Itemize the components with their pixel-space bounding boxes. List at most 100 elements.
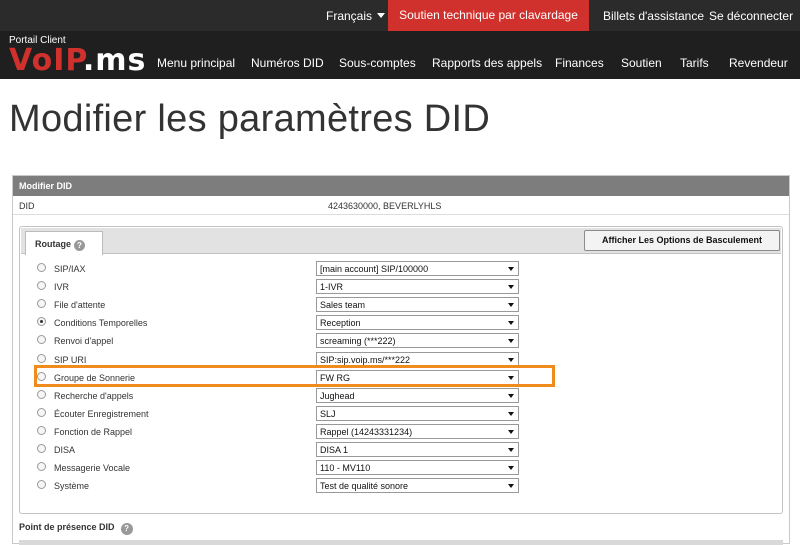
routing-option-row: Renvoi d'appel screaming (***222) xyxy=(20,332,720,350)
routing-radio[interactable] xyxy=(37,317,46,327)
panel-header: Modifier DID xyxy=(13,176,789,196)
edit-did-panel: Modifier DID DID 4243630000, BEVERLYHLS … xyxy=(12,175,790,545)
routing-radio[interactable] xyxy=(37,480,46,490)
routing-option-label: IVR xyxy=(54,282,70,293)
routing-select-value: Jughead xyxy=(320,390,355,401)
routing-select-value: Test de qualité sonore xyxy=(320,481,409,492)
routing-radio[interactable] xyxy=(37,407,46,417)
routing-option-row: Fonction de Rappel Rappel (14243331234) xyxy=(20,423,720,441)
routing-radio[interactable] xyxy=(37,281,46,291)
routing-select-value: [main account] SIP/100000 xyxy=(320,264,429,274)
routing-option-row: Écouter Enregistrement SLJ xyxy=(20,405,720,423)
page-title: Modifier les paramètres DID xyxy=(9,98,491,140)
routing-option-label: File d'attente xyxy=(54,300,106,311)
tickets-link[interactable]: Billets d'assistance xyxy=(603,9,704,23)
routing-option-row: Conditions Temporelles Reception xyxy=(20,314,720,332)
help-icon[interactable]: ? xyxy=(120,523,133,535)
pop-section-label: Point de présence DID? xyxy=(19,522,133,535)
tab-routage-label: Routage xyxy=(35,239,71,249)
highlight-box xyxy=(34,365,555,387)
routing-radio[interactable] xyxy=(37,425,46,435)
routing-radio[interactable] xyxy=(37,389,46,399)
show-failover-options-button[interactable]: Afficher Les Options de Basculement xyxy=(584,230,780,251)
dropdown-arrow-icon xyxy=(508,357,514,362)
did-label: DID xyxy=(19,201,35,211)
routing-select-value: 110 - MV110 xyxy=(320,463,371,474)
nav-finances[interactable]: Finances xyxy=(555,56,604,70)
nav-sous-comptes[interactable]: Sous-comptes xyxy=(339,56,416,70)
tab-routage[interactable]: Routage? xyxy=(25,231,103,255)
routing-radio[interactable] xyxy=(37,462,46,472)
nav-soutien[interactable]: Soutien xyxy=(621,56,662,70)
routing-option-row: SIP/IAX [main account] SIP/100000 xyxy=(20,260,720,278)
routing-box: Routage? Afficher Les Options de Bascule… xyxy=(19,226,783,514)
help-icon[interactable]: ? xyxy=(74,240,85,251)
routing-select[interactable]: DISA 1 xyxy=(316,442,519,457)
routing-radio[interactable] xyxy=(37,353,46,363)
dropdown-arrow-icon xyxy=(508,448,514,452)
routing-select[interactable]: Reception xyxy=(316,315,519,331)
routing-radio[interactable] xyxy=(37,335,46,345)
routing-select[interactable]: Test de qualité sonore xyxy=(316,478,519,494)
dropdown-arrow-icon xyxy=(508,339,514,344)
nav-numeros-did[interactable]: Numéros DID xyxy=(251,56,324,70)
routing-option-label: Fonction de Rappel xyxy=(54,426,133,437)
routing-select[interactable]: [main account] SIP/100000 xyxy=(316,261,519,276)
routing-option-label: SIP/IAX xyxy=(54,264,86,274)
routing-radio[interactable] xyxy=(37,444,46,453)
chat-support-button[interactable]: Soutien technique par clavardage xyxy=(388,0,589,31)
caret-down-icon xyxy=(377,13,386,18)
routing-option-label: SIP URI xyxy=(54,354,87,365)
dropdown-arrow-icon xyxy=(508,267,514,271)
did-value: 4243630000, BEVERLYHLS xyxy=(328,201,442,211)
routing-select[interactable]: Jughead xyxy=(316,387,519,403)
dropdown-arrow-icon xyxy=(508,393,514,398)
routing-select[interactable]: Sales team xyxy=(316,297,519,313)
routing-option-row: Système Test de qualité sonore xyxy=(20,477,720,495)
routing-select-value: Reception xyxy=(320,318,361,329)
routing-select[interactable]: SLJ xyxy=(316,405,519,421)
routing-select[interactable]: Rappel (14243331234) xyxy=(316,423,519,439)
nav-rapports-appels[interactable]: Rapports des appels xyxy=(432,56,542,70)
dropdown-arrow-icon xyxy=(508,411,514,416)
top-bar: Français Soutien technique par clavardag… xyxy=(0,0,800,31)
routing-tabs: Routage? Afficher Les Options de Bascule… xyxy=(21,228,781,255)
routing-option-label: Système xyxy=(54,481,90,492)
main-nav: Portail Client VoIP.ms Menu principal Nu… xyxy=(0,31,800,79)
dropdown-arrow-icon xyxy=(508,321,514,326)
routing-select[interactable]: 1-IVR xyxy=(316,279,519,295)
routing-option-label: DISA xyxy=(54,445,76,455)
nav-menu-principal[interactable]: Menu principal xyxy=(157,56,235,70)
routing-select-value: Sales team xyxy=(320,300,366,311)
routing-select-value: SLJ xyxy=(320,408,336,419)
dropdown-arrow-icon xyxy=(508,429,514,434)
routing-option-row: Recherche d'appels Jughead xyxy=(20,387,720,405)
language-label: Français xyxy=(326,9,373,23)
routing-select[interactable]: screaming (***222) xyxy=(316,333,519,349)
routing-radio[interactable] xyxy=(37,263,46,272)
pop-label: Point de présence DID xyxy=(19,522,115,532)
routing-option-label: Messagerie Vocale xyxy=(54,463,131,474)
routing-option-row: File d'attente Sales team xyxy=(20,296,720,314)
routing-select[interactable]: 110 - MV110 xyxy=(316,460,519,476)
nav-tarifs[interactable]: Tarifs xyxy=(680,56,709,70)
nav-revendeur[interactable]: Revendeur xyxy=(729,56,788,70)
language-selector[interactable]: Français xyxy=(326,9,386,23)
routing-select-value: Rappel (14243331234) xyxy=(320,426,413,437)
routing-select-value: DISA 1 xyxy=(320,445,349,455)
routing-radio[interactable] xyxy=(37,299,46,309)
dropdown-arrow-icon xyxy=(508,466,514,471)
routing-option-row: IVR 1-IVR xyxy=(20,278,720,296)
dropdown-arrow-icon xyxy=(508,285,514,290)
routing-option-label: Écouter Enregistrement xyxy=(54,408,149,419)
routing-option-label: Conditions Temporelles xyxy=(54,318,148,329)
brand-logo[interactable]: VoIP.ms xyxy=(9,43,146,78)
routing-select-value: 1-IVR xyxy=(320,282,344,293)
routing-option-row: Messagerie Vocale 110 - MV110 xyxy=(20,459,720,477)
routing-option-label: Recherche d'appels xyxy=(54,390,134,401)
logout-link[interactable]: Se déconnecter xyxy=(709,9,793,23)
did-row: DID 4243630000, BEVERLYHLS xyxy=(13,196,789,215)
dropdown-arrow-icon xyxy=(508,484,514,489)
pop-tabs-bar xyxy=(19,540,783,545)
routing-select-value: screaming (***222) xyxy=(320,336,396,347)
